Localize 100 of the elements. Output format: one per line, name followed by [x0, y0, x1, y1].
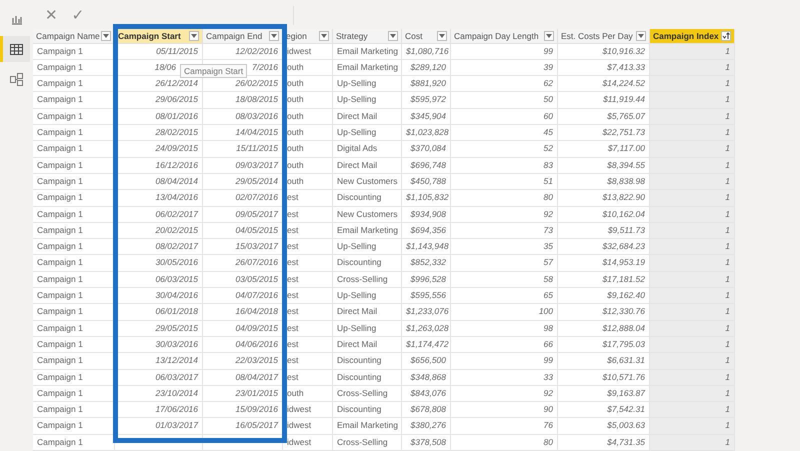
table-cell: Campaign 1 — [33, 370, 115, 386]
table-cell: 39 — [451, 60, 558, 76]
column-header[interactable]: Campaign Day Length — [451, 28, 558, 44]
table-cell: 08/04/2014 — [115, 174, 203, 190]
table-cell: 1 — [650, 353, 735, 370]
table-cell: 33 — [451, 370, 558, 386]
table-cell: 30/03/2016 — [115, 336, 203, 354]
table-cell: 60 — [451, 108, 558, 126]
column-title: Campaign Name — [36, 30, 100, 41]
table-cell: Direct Mail — [333, 158, 402, 174]
table-cell: 45 — [451, 125, 558, 142]
filter-dropdown[interactable] — [189, 30, 199, 41]
table-cell: 08/01/2016 — [115, 108, 203, 126]
table-cell: 30/05/2016 — [115, 255, 203, 272]
column-header[interactable]: Campaign Index — [650, 28, 735, 44]
table-cell: 03/05/2015 — [203, 272, 283, 288]
table-cell: Email Marketing — [333, 44, 402, 60]
table-cell: $996,528 — [402, 272, 451, 288]
table-cell: 06/03/2015 — [115, 272, 203, 288]
table-cell: $7,117.00 — [558, 141, 650, 158]
table-cell: Email Marketing — [333, 222, 402, 240]
table-cell: Campaign 1 — [33, 272, 115, 288]
table-cell: 06/02/2017 — [115, 206, 203, 223]
table-cell: $6,631.31 — [558, 353, 650, 370]
caret-icon — [390, 34, 396, 38]
table-cell: 29/05/2015 — [115, 320, 203, 337]
filter-dropdown[interactable] — [544, 30, 554, 41]
table-cell: 1 — [650, 92, 735, 109]
table-cell: $12,888.04 — [558, 320, 650, 337]
table-cell: Discounting — [333, 255, 402, 272]
filter-dropdown[interactable] — [721, 30, 731, 41]
table-cell: 09/03/2017 — [203, 158, 283, 174]
table-cell: Digital Ads — [333, 141, 402, 158]
table-cell: $10,162.04 — [558, 206, 650, 223]
table-cell: 1 — [650, 174, 735, 190]
table-cell: $450,788 — [402, 174, 451, 190]
column-header[interactable]: Campaign Start — [115, 28, 203, 44]
table-cell: $22,751.73 — [558, 125, 650, 142]
table-cell: 99 — [451, 353, 558, 370]
view-button[interactable] — [0, 36, 30, 62]
table-cell: $9,511.73 — [558, 222, 650, 240]
table-cell: $843,076 — [402, 386, 451, 402]
table-cell: 1 — [650, 255, 735, 272]
column-title: Est. Costs Per Day — [561, 30, 633, 41]
column-header[interactable]: Cost — [402, 28, 451, 44]
table-cell: 1 — [650, 336, 735, 354]
filter-dropdown[interactable] — [101, 30, 111, 41]
table-cell: Discounting — [333, 190, 402, 207]
table-cell: 1 — [650, 190, 735, 207]
table-cell: 92 — [451, 206, 558, 223]
table-cell: 20/02/2015 — [115, 222, 203, 240]
table-cell: Up-Selling — [333, 320, 402, 337]
table-cell: $17,795.03 — [558, 336, 650, 354]
table-cell: 51 — [451, 174, 558, 190]
table-cell: 98 — [451, 320, 558, 337]
filter-dropdown[interactable] — [437, 30, 447, 41]
table-cell: Up-Selling — [333, 239, 402, 256]
table-cell: 1 — [650, 272, 735, 288]
filter-dropdown[interactable] — [636, 30, 646, 41]
table-cell: $11,919.44 — [558, 92, 650, 109]
table-cell: 1 — [650, 44, 735, 60]
column-title: Strategy — [336, 30, 368, 41]
table-cell: $1,105,832 — [402, 190, 451, 207]
column-header[interactable]: Campaign End — [203, 28, 283, 44]
table-cell: 01/03/2017 — [115, 418, 203, 435]
table-cell: 66 — [451, 336, 558, 354]
table-cell: 24/09/2015 — [115, 141, 203, 158]
table-cell: Discounting — [333, 370, 402, 386]
column-header[interactable]: Strategy — [333, 28, 402, 44]
table-cell: $378,508 — [402, 434, 451, 451]
column-header[interactable]: Est. Costs Per Day — [558, 28, 650, 44]
table-cell: 13/12/2014 — [115, 353, 203, 370]
table-cell: $694,356 — [402, 222, 451, 240]
table-cell: 1 — [650, 125, 735, 142]
table-cell: $1,174,472 — [402, 336, 451, 354]
table-cell: $4,731.35 — [558, 434, 650, 451]
caret-icon — [638, 34, 644, 38]
table-cell: 50 — [451, 92, 558, 109]
table-cell: 1 — [650, 222, 735, 240]
table-cell: Discounting — [333, 402, 402, 418]
table-icon — [10, 44, 23, 54]
table-cell: 12/02/2016 — [203, 44, 283, 60]
column-header[interactable]: Campaign Name — [33, 28, 115, 44]
filter-dropdown[interactable] — [269, 30, 279, 41]
table-cell: 13/04/2016 — [115, 190, 203, 207]
table-cell: $10,571.76 — [558, 370, 650, 386]
table-cell: $7,413.33 — [558, 60, 650, 76]
table-cell: 100 — [451, 304, 558, 321]
table-cell: Campaign 1 — [33, 44, 115, 60]
filter-dropdown[interactable] — [319, 30, 329, 41]
filter-dropdown[interactable] — [388, 30, 398, 41]
table-cell: Direct Mail — [333, 108, 402, 126]
column-title: Campaign Index — [653, 30, 719, 41]
table-cell: 1 — [650, 402, 735, 418]
table-cell: 1 — [650, 386, 735, 402]
table-cell: 80 — [451, 190, 558, 207]
table-cell: Email Marketing — [333, 60, 402, 76]
table-cell: $696,748 — [402, 158, 451, 174]
table-cell: $852,332 — [402, 255, 451, 272]
column-title: Campaign End — [206, 30, 262, 41]
